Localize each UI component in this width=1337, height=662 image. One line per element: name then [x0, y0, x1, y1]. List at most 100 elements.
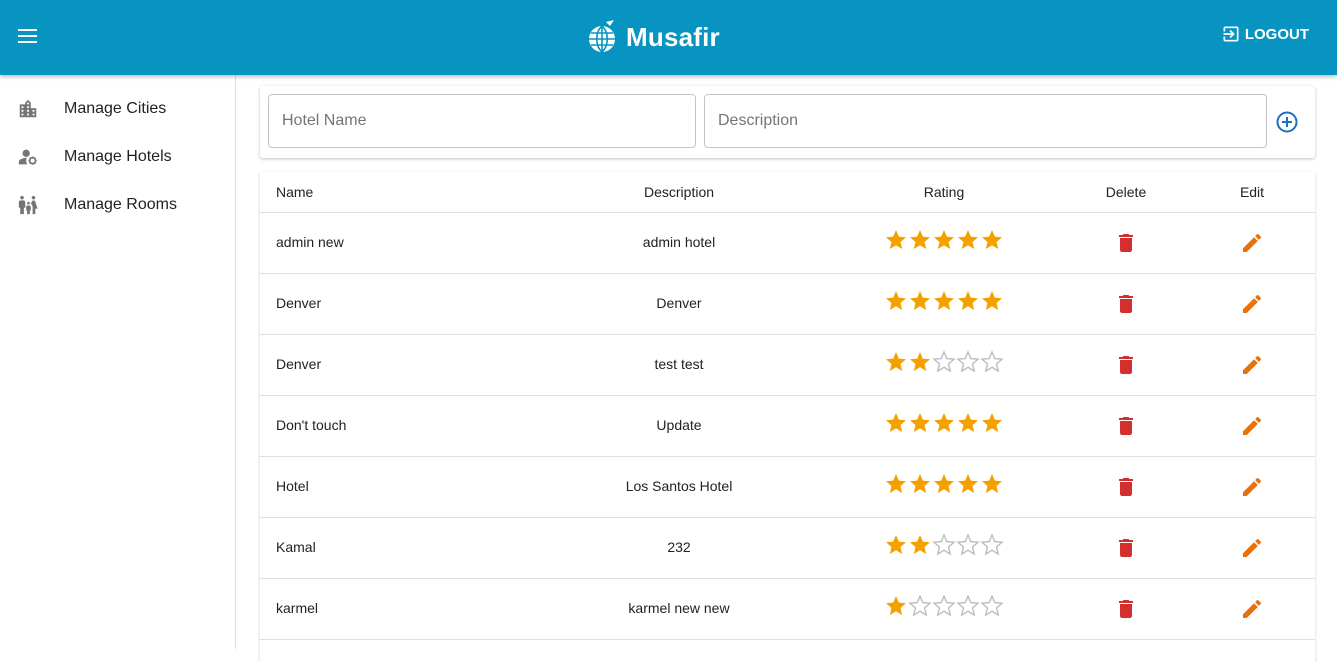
column-header-description: Description [643, 184, 715, 200]
star-empty-icon[interactable] [932, 533, 956, 557]
column-header-delete: Delete [1105, 184, 1147, 200]
hotels-table: Name Description Rating Delete Edit admi… [260, 172, 1315, 662]
star-filled-icon[interactable] [932, 472, 956, 496]
star-filled-icon[interactable] [980, 411, 1004, 435]
hotel-name: karmel [276, 600, 319, 616]
table-row: Kamal 232 [260, 517, 1315, 579]
sidebar-item-manage-cities[interactable]: Manage Cities [0, 86, 235, 132]
edit-icon[interactable] [1240, 353, 1264, 377]
rating-stars[interactable] [884, 411, 1004, 435]
rating-stars[interactable] [884, 350, 1004, 374]
globe-plane-icon [589, 20, 615, 53]
user-gear-icon [18, 149, 37, 165]
star-filled-icon[interactable] [908, 411, 932, 435]
star-empty-icon[interactable] [956, 594, 980, 618]
star-empty-icon[interactable] [932, 594, 956, 618]
star-filled-icon[interactable] [956, 472, 980, 496]
star-filled-icon[interactable] [884, 350, 908, 374]
star-filled-icon[interactable] [932, 411, 956, 435]
delete-icon[interactable] [1114, 231, 1138, 255]
sidebar-item-manage-rooms[interactable]: Manage Rooms [0, 182, 235, 228]
logout-label: LOGOUT [1244, 25, 1309, 43]
hotel-name: Kamal [276, 539, 316, 555]
star-filled-icon[interactable] [908, 533, 932, 557]
logout-icon [1223, 26, 1239, 42]
hotel-description: test test [654, 356, 704, 372]
star-filled-icon[interactable] [956, 228, 980, 252]
delete-icon[interactable] [1114, 414, 1138, 438]
rating-stars[interactable] [884, 594, 1004, 618]
star-filled-icon[interactable] [908, 472, 932, 496]
star-empty-icon[interactable] [956, 533, 980, 557]
hotel-description: Update [656, 417, 702, 433]
table-row: Don't touch Update [260, 395, 1315, 457]
star-filled-icon[interactable] [980, 289, 1004, 313]
brand: Musafir [586, 18, 720, 56]
app-title: Musafir [626, 21, 720, 52]
hotel-name: Hotel [276, 478, 309, 494]
column-header-edit: Edit [1239, 184, 1265, 200]
description-input[interactable] [704, 94, 1267, 148]
hotel-name: admin new [276, 234, 344, 250]
star-empty-icon[interactable] [980, 533, 1004, 557]
edit-icon[interactable] [1240, 597, 1264, 621]
star-filled-icon[interactable] [956, 289, 980, 313]
star-empty-icon[interactable] [908, 594, 932, 618]
star-filled-icon[interactable] [884, 411, 908, 435]
delete-icon[interactable] [1114, 353, 1138, 377]
sidebar-item-label: Manage Cities [64, 100, 167, 117]
hotel-description: karmel new new [628, 600, 730, 616]
rating-stars[interactable] [884, 472, 1004, 496]
star-empty-icon[interactable] [980, 594, 1004, 618]
star-filled-icon[interactable] [884, 472, 908, 496]
column-header-name: Name [276, 184, 314, 200]
logout-button[interactable]: LOGOUT [1221, 24, 1309, 44]
edit-icon[interactable] [1240, 231, 1264, 255]
sidebar: Manage Cities Manage Hotels Manage Rooms [0, 75, 236, 649]
table-row: admin new admin hotel [260, 212, 1315, 274]
rating-stars[interactable] [884, 289, 1004, 313]
add-hotel-form [260, 86, 1315, 158]
edit-icon[interactable] [1240, 536, 1264, 560]
star-empty-icon[interactable] [956, 350, 980, 374]
menu-icon[interactable] [12, 22, 44, 50]
delete-icon[interactable] [1114, 597, 1138, 621]
star-filled-icon[interactable] [908, 228, 932, 252]
star-filled-icon[interactable] [908, 350, 932, 374]
hotel-name: Don't touch [276, 417, 347, 433]
star-filled-icon[interactable] [980, 472, 1004, 496]
star-filled-icon[interactable] [884, 533, 908, 557]
table-row: karmel karmel new new [260, 578, 1315, 640]
sidebar-item-manage-hotels[interactable]: Manage Hotels [0, 134, 235, 180]
edit-icon[interactable] [1240, 292, 1264, 316]
sidebar-item-label: Manage Rooms [64, 196, 177, 213]
sidebar-item-label: Manage Hotels [64, 148, 172, 165]
hotel-name: Denver [276, 295, 322, 311]
add-circle-icon[interactable] [1275, 110, 1299, 134]
hotel-name: Denver [276, 356, 322, 372]
delete-icon[interactable] [1114, 292, 1138, 316]
star-empty-icon[interactable] [980, 350, 1004, 374]
star-filled-icon[interactable] [884, 594, 908, 618]
column-header-rating: Rating [923, 184, 965, 200]
delete-icon[interactable] [1114, 475, 1138, 499]
star-empty-icon[interactable] [932, 350, 956, 374]
app-bar: Musafir LOGOUT [0, 0, 1337, 75]
hotel-name-input[interactable] [268, 94, 696, 148]
star-filled-icon[interactable] [980, 228, 1004, 252]
star-filled-icon[interactable] [932, 289, 956, 313]
hotel-description: 232 [667, 539, 691, 555]
star-filled-icon[interactable] [884, 228, 908, 252]
star-filled-icon[interactable] [908, 289, 932, 313]
edit-icon[interactable] [1240, 414, 1264, 438]
star-filled-icon[interactable] [932, 228, 956, 252]
rating-stars[interactable] [884, 228, 1004, 252]
star-filled-icon[interactable] [884, 289, 908, 313]
city-icon [19, 99, 37, 118]
table-row: Hotel Los Santos Hotel [260, 456, 1315, 518]
star-filled-icon[interactable] [956, 411, 980, 435]
edit-icon[interactable] [1240, 475, 1264, 499]
delete-icon[interactable] [1114, 536, 1138, 560]
table-row: Denver test test [260, 334, 1315, 396]
rating-stars[interactable] [884, 533, 1004, 557]
